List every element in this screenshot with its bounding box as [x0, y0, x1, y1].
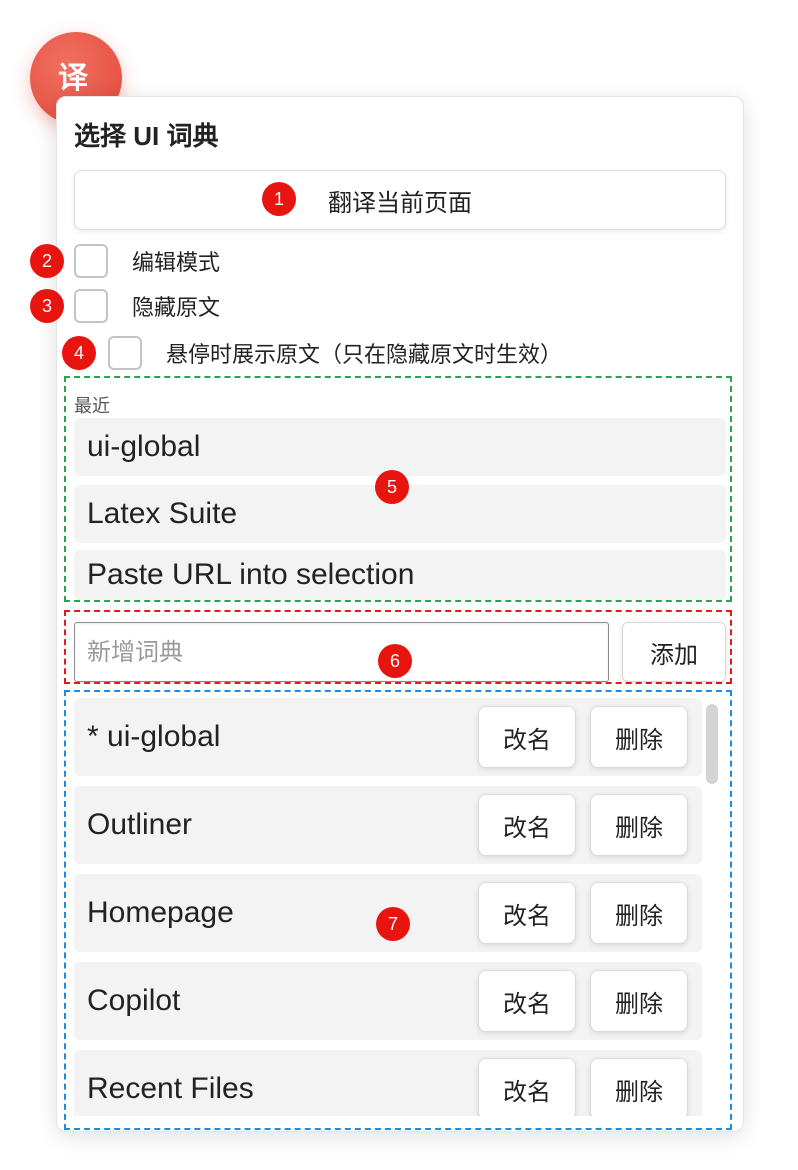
rename-button[interactable]: 改名 — [478, 882, 576, 944]
add-dictionary-button[interactable]: 添加 — [622, 622, 726, 682]
option-hide-original[interactable]: 隐藏原文 — [74, 289, 220, 323]
annotation-marker-3: 3 — [30, 289, 64, 323]
delete-button[interactable]: 删除 — [590, 794, 688, 856]
recent-item-label: Latex Suite — [87, 497, 238, 530]
delete-button[interactable]: 删除 — [590, 970, 688, 1032]
rename-button[interactable]: 改名 — [478, 970, 576, 1032]
dictionary-row[interactable]: Outliner 改名 删除 — [74, 786, 702, 864]
recent-item[interactable]: ui-global — [74, 418, 726, 476]
recent-item[interactable]: Paste URL into selection — [74, 550, 726, 600]
recent-item-label: ui-global — [87, 430, 201, 463]
annotation-marker-7: 7 — [376, 907, 410, 941]
dictionary-name: Copilot — [87, 984, 181, 1017]
hover-show-original-label: 悬停时展示原文（只在隐藏原文时生效） — [166, 343, 563, 368]
fab-label: 译 — [58, 62, 88, 95]
dictionary-row[interactable]: * ui-global 改名 删除 — [74, 698, 702, 776]
recent-item-label: Paste URL into selection — [87, 558, 415, 591]
option-edit-mode[interactable]: 编辑模式 — [74, 244, 220, 278]
annotation-marker-1: 1 — [262, 182, 296, 216]
annotation-marker-2: 2 — [30, 244, 64, 278]
rename-button[interactable]: 改名 — [478, 794, 576, 856]
delete-button[interactable]: 删除 — [590, 882, 688, 944]
annotation-marker-6: 6 — [378, 644, 412, 678]
dictionary-row[interactable]: Recent Files 改名 删除 — [74, 1050, 702, 1116]
dictionary-name: Recent Files — [87, 1072, 254, 1105]
hide-original-checkbox[interactable] — [74, 289, 108, 323]
panel-title: 选择 UI 词典 — [74, 121, 219, 151]
new-dictionary-input[interactable] — [74, 622, 609, 682]
rename-button[interactable]: 改名 — [478, 1058, 576, 1116]
dictionary-row[interactable]: Copilot 改名 删除 — [74, 962, 702, 1040]
option-hover-show-original[interactable]: 悬停时展示原文（只在隐藏原文时生效） — [108, 336, 562, 370]
hide-original-label: 隐藏原文 — [132, 296, 221, 321]
list-scrollbar[interactable] — [706, 704, 718, 784]
edit-mode-checkbox[interactable] — [74, 244, 108, 278]
delete-button[interactable]: 删除 — [590, 706, 688, 768]
annotation-marker-5: 5 — [375, 470, 409, 504]
delete-button[interactable]: 删除 — [590, 1058, 688, 1116]
edit-mode-label: 编辑模式 — [132, 251, 221, 276]
recent-heading: 最近 — [74, 396, 110, 417]
rename-button[interactable]: 改名 — [478, 706, 576, 768]
hover-show-original-checkbox[interactable] — [108, 336, 142, 370]
annotation-marker-4: 4 — [62, 336, 96, 370]
translate-page-button[interactable]: 翻译当前页面 — [74, 170, 726, 230]
dictionary-name: * ui-global — [87, 720, 221, 753]
dictionary-name: Outliner — [87, 808, 193, 841]
